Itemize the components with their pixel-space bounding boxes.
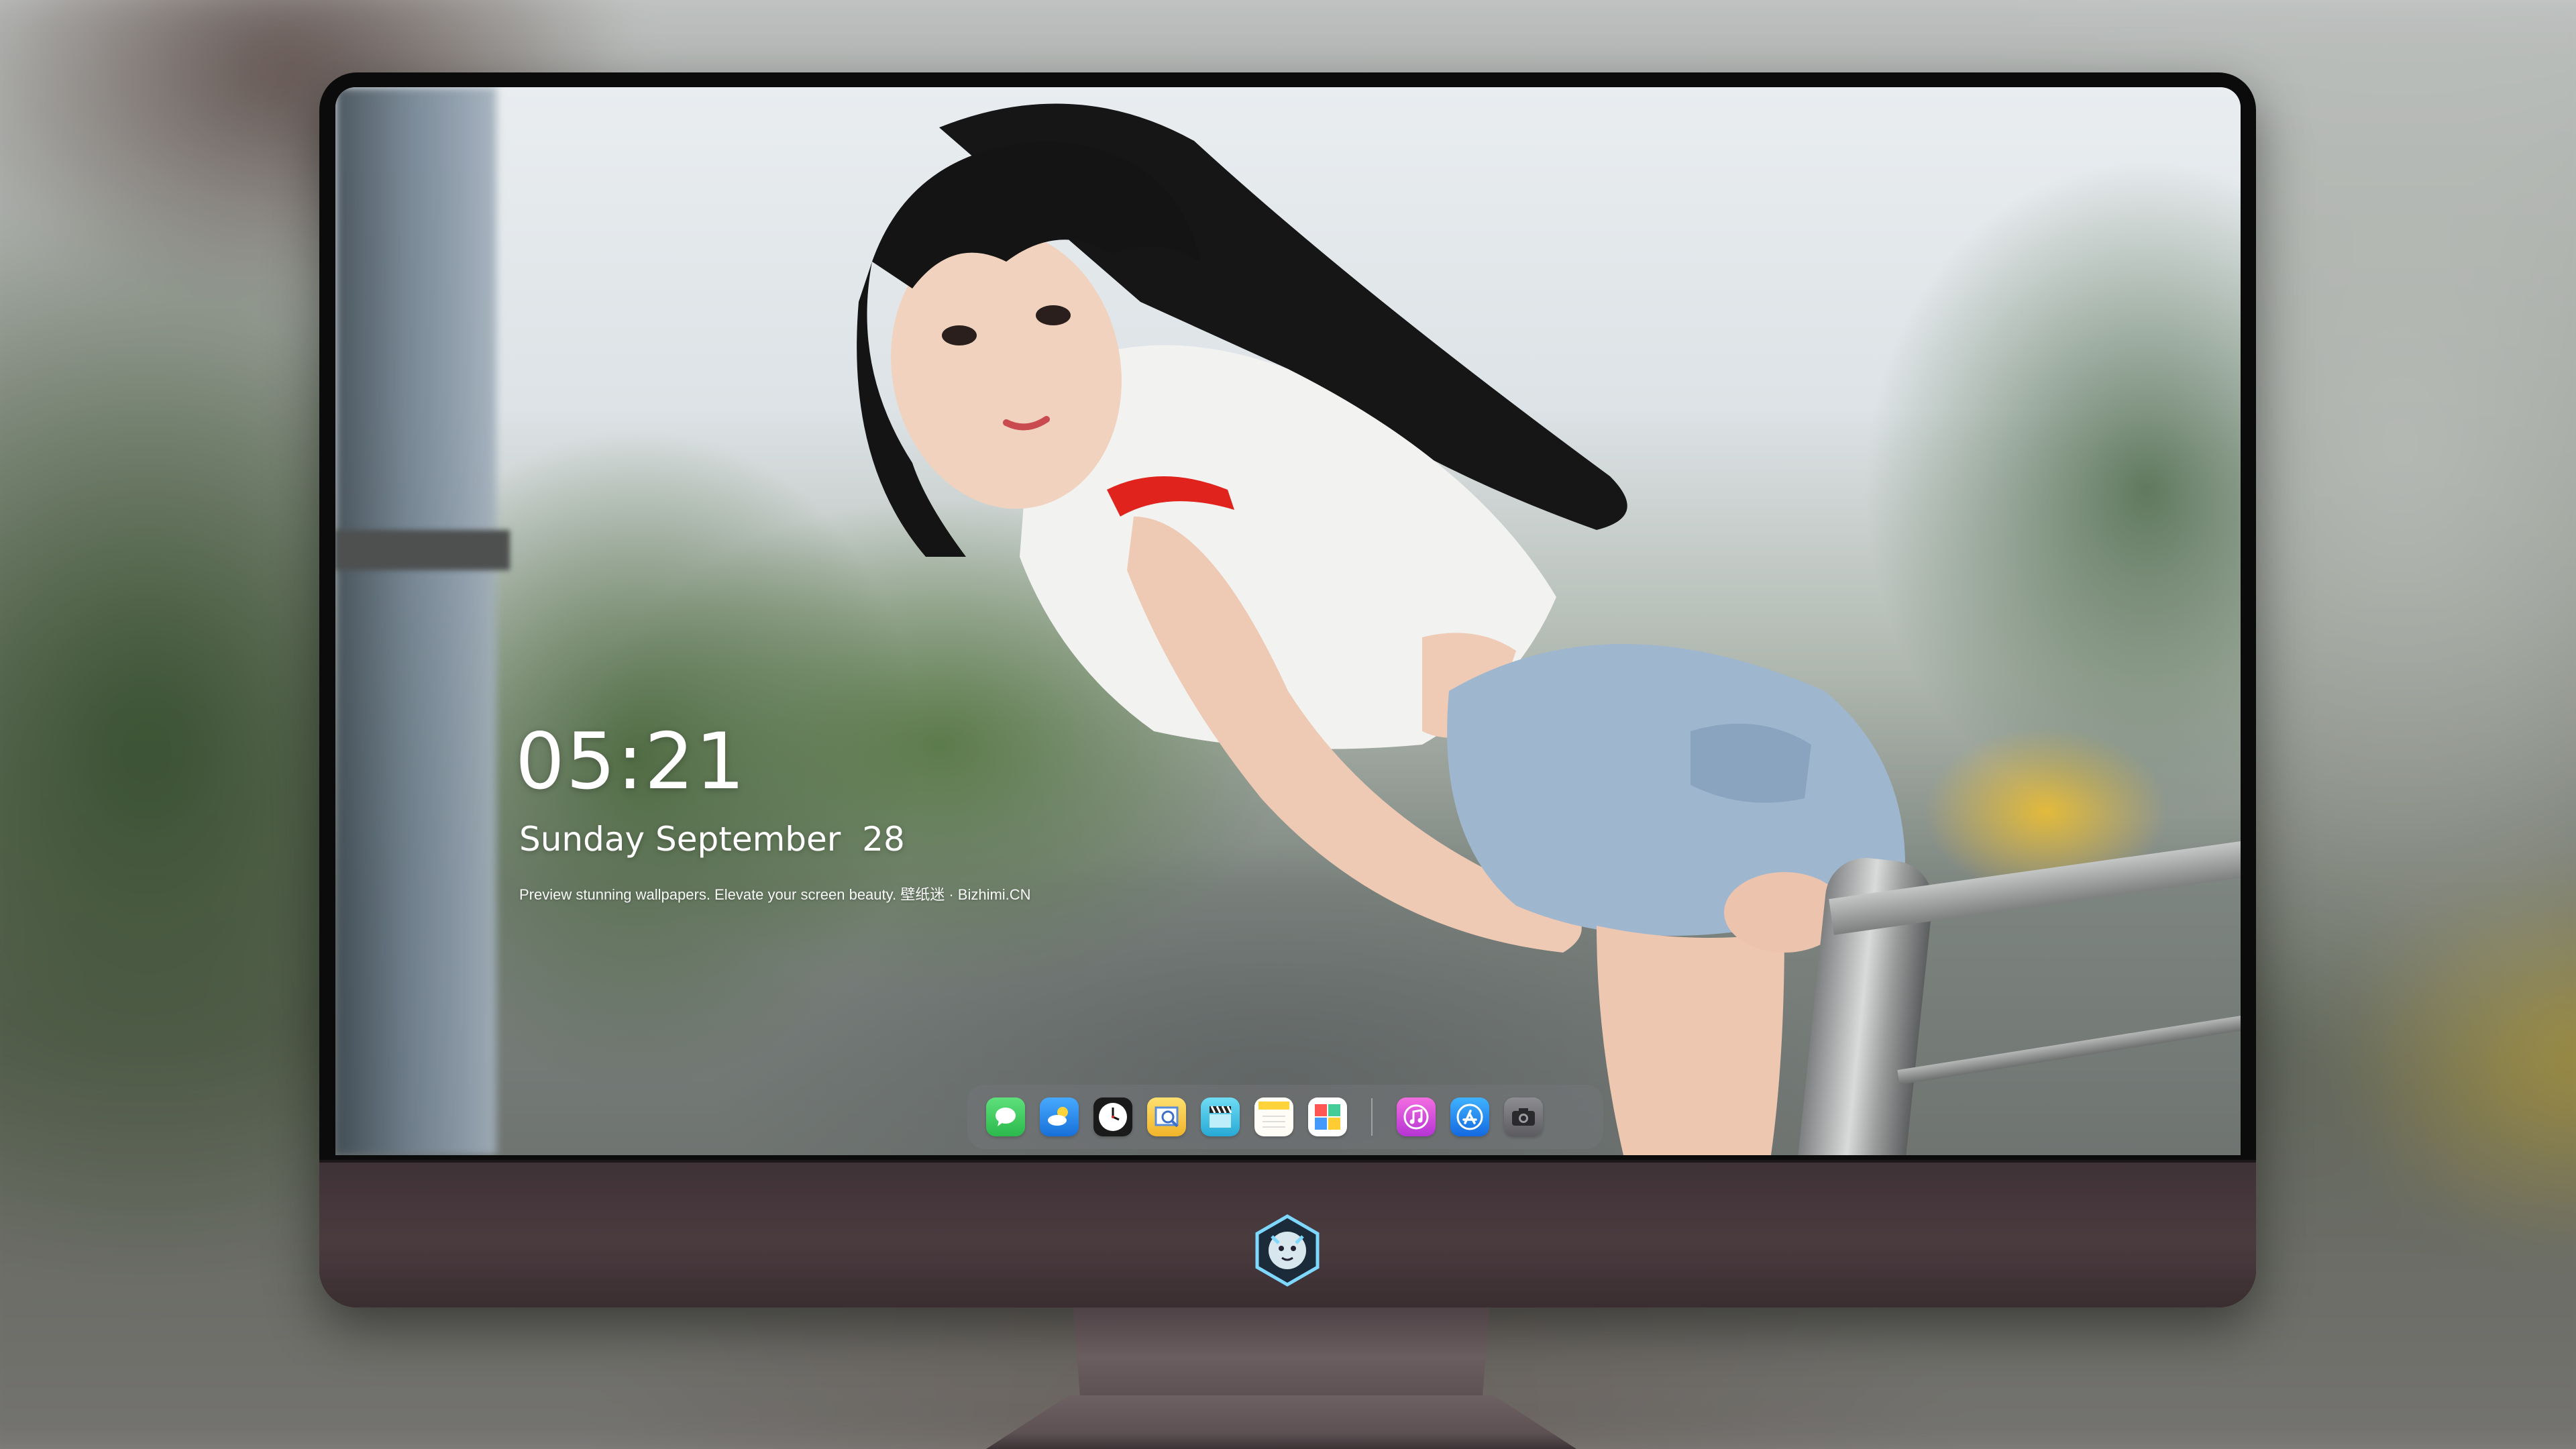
wallpaper-tagline: Preview stunning wallpapers. Elevate you… [519, 886, 1031, 903]
itunes-icon[interactable] [1397, 1097, 1436, 1136]
brand-logo-icon [1255, 1214, 1320, 1287]
lock-screen-time: 05:21 [515, 716, 747, 807]
camera-icon[interactable] [1504, 1097, 1543, 1136]
monitor-stand-base [986, 1395, 1576, 1449]
screen-wallpaper: 05:21 Sunday September 28 Preview stunni… [335, 87, 2241, 1155]
weather-icon[interactable] [1040, 1097, 1079, 1136]
app-store-icon[interactable] [1450, 1097, 1489, 1136]
wallpaper-person [857, 103, 1905, 1155]
dock [967, 1085, 1603, 1149]
photo-booth-icon[interactable] [1308, 1097, 1347, 1136]
notes-icon[interactable] [1254, 1097, 1293, 1136]
messages-icon[interactable] [986, 1097, 1025, 1136]
clips-icon[interactable] [1201, 1097, 1240, 1136]
monitor-chin [319, 1160, 2256, 1307]
preview-icon[interactable] [1147, 1097, 1186, 1136]
dock-separator [1371, 1098, 1373, 1136]
lock-screen-date: Sunday September 28 [519, 820, 905, 859]
clock-icon[interactable] [1093, 1097, 1132, 1136]
